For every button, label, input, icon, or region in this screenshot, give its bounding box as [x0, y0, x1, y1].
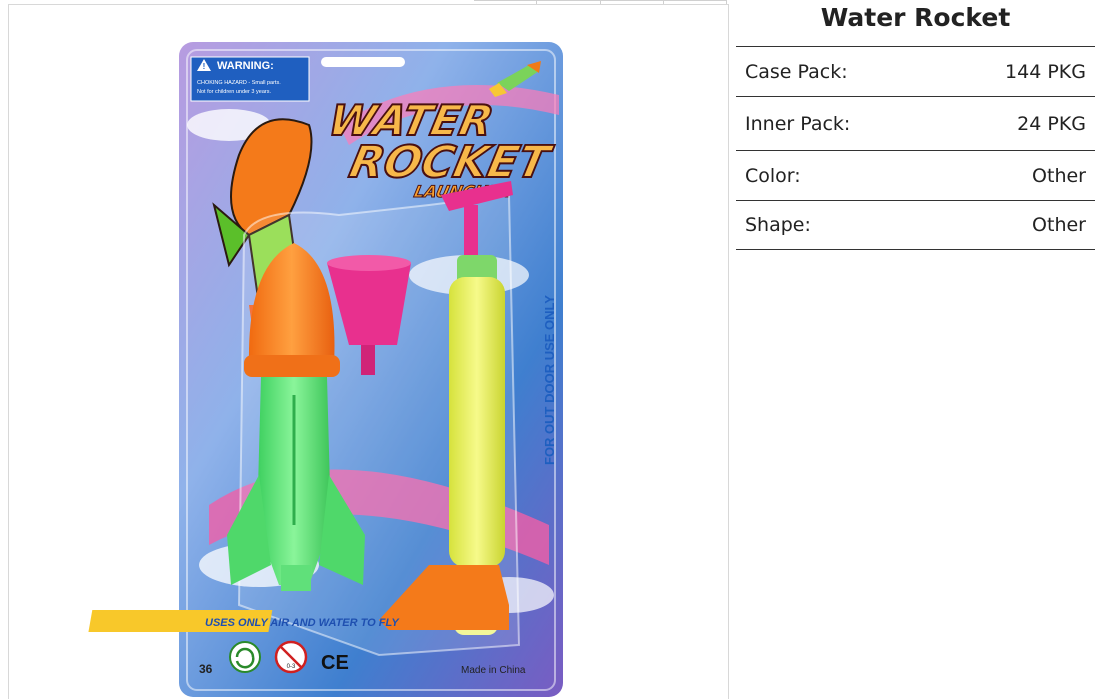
- thumbnail-tab[interactable]: [600, 0, 664, 4]
- divider: [736, 249, 1095, 250]
- product-image-panel: ! WARNING: CHOKING HAZARD - Small parts.…: [8, 4, 729, 699]
- spec-row-shape: Shape: Other: [736, 201, 1095, 249]
- thumbnail-tab[interactable]: [474, 0, 538, 4]
- spec-value: 24 PKG: [1017, 112, 1086, 135]
- spec-row-inner-pack: Inner Pack: 24 PKG: [736, 97, 1095, 150]
- product-specs-panel: Water Rocket Case Pack: 144 PKG Inner Pa…: [736, 0, 1095, 250]
- svg-text:!: !: [203, 62, 206, 71]
- warning-text-line2: Not for children under 3 years.: [197, 89, 271, 95]
- product-title: Water Rocket: [820, 3, 1011, 32]
- age-mark: 0-3: [287, 664, 296, 670]
- spec-label: Case Pack:: [745, 60, 848, 83]
- spec-label: Color:: [745, 164, 801, 187]
- thumbnail-tab[interactable]: [663, 0, 727, 4]
- product-photo: ! WARNING: CHOKING HAZARD - Small parts.…: [88, 42, 563, 697]
- image-thumbnail-strip: [474, 0, 727, 4]
- recycle-icon: [229, 641, 261, 673]
- spec-label: Inner Pack:: [745, 112, 851, 135]
- spec-value: Other: [1032, 214, 1086, 236]
- thumbnail-tab[interactable]: [537, 0, 601, 4]
- age-warning-icon: 0-3: [274, 640, 308, 674]
- item-number: 36: [199, 662, 213, 676]
- warning-title: WARNING:: [217, 60, 274, 72]
- logo-word-rocket: ROCKET: [345, 137, 557, 187]
- ce-mark: CE: [321, 652, 349, 674]
- warning-label: ! WARNING: CHOKING HAZARD - Small parts.…: [190, 56, 310, 102]
- banner-text: USES ONLY AIR AND WATER TO FLY: [205, 617, 400, 629]
- spec-row-color: Color: Other: [736, 151, 1095, 200]
- side-text: FOR OUT DOOR USE ONLY: [542, 295, 557, 465]
- warning-text-line1: CHOKING HAZARD - Small parts.: [197, 80, 281, 86]
- origin-text: Made in China: [461, 665, 526, 676]
- hang-hole: [321, 57, 405, 67]
- spec-value: Other: [1032, 164, 1086, 187]
- spec-value: 144 PKG: [1005, 60, 1086, 83]
- spec-label: Shape:: [745, 214, 811, 236]
- spec-row-case-pack: Case Pack: 144 PKG: [736, 47, 1095, 96]
